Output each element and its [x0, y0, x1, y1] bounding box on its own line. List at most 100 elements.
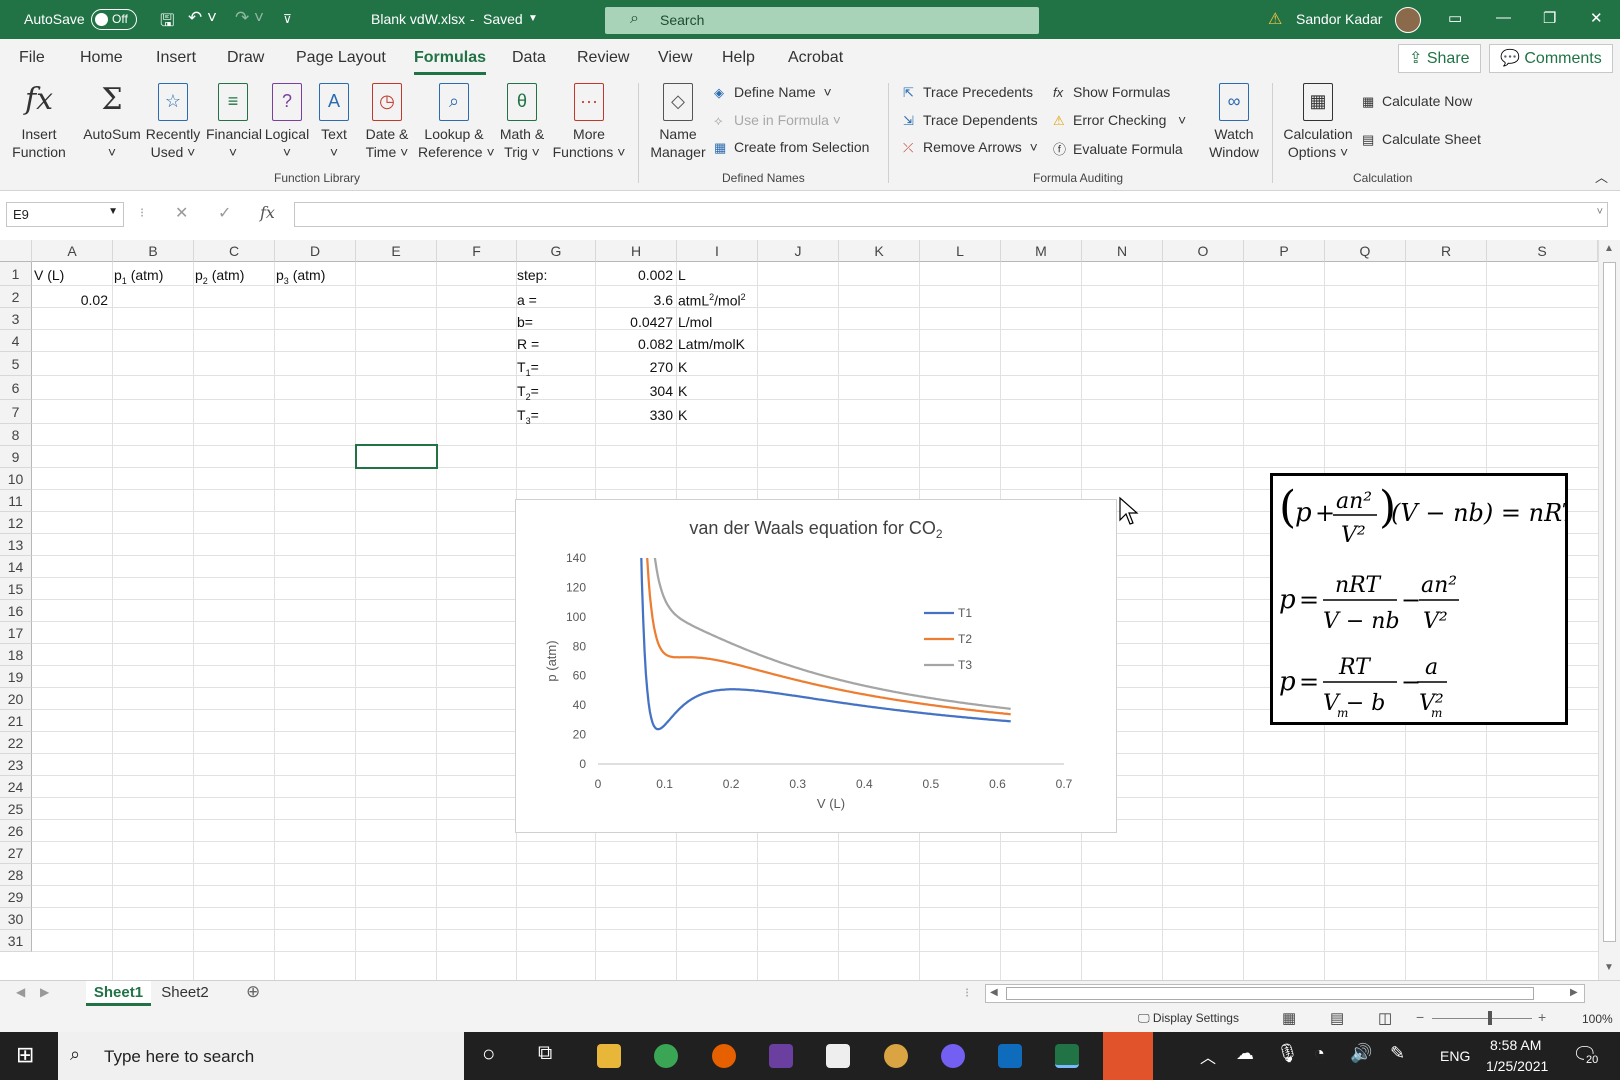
split-handle-icon[interactable]: ⁝: [965, 985, 969, 1001]
watch-window-button[interactable]: ∞ Watch Window: [1204, 83, 1264, 161]
cell-I7[interactable]: K: [678, 407, 687, 423]
tab-help[interactable]: Help: [722, 49, 755, 67]
tab-draw[interactable]: Draw: [227, 49, 264, 67]
cell-H4[interactable]: 0.082: [596, 336, 673, 352]
trace-precedents-button[interactable]: ⇱ Trace Precedents: [903, 84, 1033, 101]
undo-icon[interactable]: ↶ ˅: [188, 8, 217, 28]
clock-time[interactable]: 8:58 AM: [1490, 1037, 1541, 1053]
expand-formula-icon[interactable]: ˅: [1597, 206, 1603, 218]
normal-view-icon[interactable]: ▦: [1282, 1009, 1296, 1027]
cell-H3[interactable]: 0.0427: [596, 314, 673, 330]
scroll-thumb[interactable]: [1603, 262, 1616, 942]
logical-button[interactable]: ? Logical ˅: [264, 83, 310, 161]
customize-qat-icon[interactable]: ⊽: [283, 12, 292, 26]
viber-icon[interactable]: [941, 1044, 965, 1068]
collapse-ribbon-icon[interactable]: ︿: [1595, 167, 1608, 186]
file-explorer-icon[interactable]: [597, 1044, 621, 1068]
chart[interactable]: van der Waals equation for CO2 0 0.1 0.2 0.3…: [515, 499, 1117, 833]
zoom-out-icon[interactable]: −: [1416, 1009, 1424, 1025]
clock-date[interactable]: 1/25/2021: [1486, 1058, 1548, 1074]
cell-H6[interactable]: 304: [596, 383, 673, 399]
page-layout-view-icon[interactable]: ▤: [1330, 1009, 1344, 1027]
horizontal-scrollbar[interactable]: ◀ ▶: [985, 984, 1585, 1003]
equation-image[interactable]: ( p + an² V² ) (V − nb) = nRT p = nRT V …: [1270, 473, 1580, 725]
cell-G1[interactable]: step:: [517, 267, 547, 283]
sheet-tab-sheet1[interactable]: Sheet1: [86, 981, 151, 1006]
warning-icon[interactable]: ⚠: [1268, 9, 1282, 29]
video-editor-icon[interactable]: [826, 1044, 850, 1068]
calculate-sheet-button[interactable]: ▤ Calculate Sheet: [1362, 131, 1481, 148]
cell-I3[interactable]: L/mol: [678, 314, 712, 330]
error-checking-button[interactable]: ⚠ Error Checking ˅: [1053, 112, 1186, 129]
cell-H7[interactable]: 330: [596, 407, 673, 423]
fx-icon[interactable]: fx: [260, 203, 275, 222]
cell-G4[interactable]: R =: [517, 336, 539, 352]
excel-icon[interactable]: [1055, 1044, 1079, 1068]
close-icon[interactable]: ✕: [1590, 9, 1603, 27]
sheet-scroll-right-icon[interactable]: ▶: [40, 985, 49, 999]
calculation-options-button[interactable]: ▦ Calculation Options ˅: [1282, 83, 1354, 161]
minimize-icon[interactable]: —: [1496, 9, 1511, 26]
search-box[interactable]: ⌕ Search: [605, 7, 1039, 34]
notifications-button[interactable]: 🗨 20: [1568, 1042, 1602, 1070]
cell-G6[interactable]: T2=: [517, 383, 539, 402]
cell-G3[interactable]: b=: [517, 314, 533, 330]
autosave-toggle[interactable]: Off: [91, 9, 137, 30]
wifi-icon[interactable]: ◔: [1314, 1043, 1325, 1064]
comments-button[interactable]: 💬 Comments: [1489, 44, 1613, 73]
app-purple-icon[interactable]: [769, 1044, 793, 1068]
cell-G5[interactable]: T1=: [517, 359, 539, 378]
tab-insert[interactable]: Insert: [156, 49, 196, 67]
ribbon-display-icon[interactable]: ▭: [1448, 9, 1462, 27]
volume-icon[interactable]: 🔊: [1350, 1043, 1372, 1064]
page-break-view-icon[interactable]: ◫: [1378, 1009, 1392, 1027]
scroll-thumb[interactable]: [1006, 987, 1534, 1000]
name-manager-button[interactable]: ◇ Name Manager: [647, 83, 709, 161]
user-name[interactable]: Sandor Kadar: [1296, 11, 1382, 27]
math-trig-button[interactable]: θ Math & Trig ˅: [496, 83, 548, 161]
cell-H5[interactable]: 270: [596, 359, 673, 375]
chevron-down-icon[interactable]: ▼: [108, 206, 118, 217]
share-button[interactable]: ⇪ Share: [1398, 44, 1481, 73]
cell-C1[interactable]: p2 (atm): [195, 267, 244, 286]
calculate-now-button[interactable]: ▦ Calculate Now: [1362, 93, 1472, 110]
chevron-down-icon[interactable]: ▼: [528, 13, 538, 24]
cell-H2[interactable]: 3.6: [596, 292, 673, 308]
tab-page-layout[interactable]: Page Layout: [296, 49, 386, 67]
chrome-icon[interactable]: [654, 1044, 678, 1068]
task-view-icon[interactable]: ⧉: [538, 1042, 552, 1065]
cortana-icon[interactable]: ○: [482, 1041, 495, 1067]
define-name-button[interactable]: ◈ Define Name ˅: [714, 84, 832, 101]
scroll-up-icon[interactable]: ▲: [1604, 243, 1614, 254]
cell-A2[interactable]: 0.02: [34, 292, 108, 308]
scroll-down-icon[interactable]: ▼: [1604, 962, 1614, 973]
cell-I5[interactable]: K: [678, 359, 687, 375]
create-from-selection-button[interactable]: ▦ Create from Selection: [714, 139, 869, 156]
cell-I4[interactable]: Latm/molK: [678, 336, 745, 352]
autosum-button[interactable]: Σ AutoSum ˅: [82, 83, 142, 161]
windows-start-icon[interactable]: ⊞: [16, 1042, 34, 1068]
scroll-right-icon[interactable]: ▶: [1570, 987, 1578, 998]
insert-function-button[interactable]: fx Insert Function: [10, 83, 68, 161]
pen-icon[interactable]: ✎: [1390, 1043, 1405, 1064]
cell-I6[interactable]: K: [678, 383, 687, 399]
tab-file[interactable]: File: [19, 49, 45, 67]
sheet-tab-sheet2[interactable]: Sheet2: [155, 981, 215, 1006]
scroll-left-icon[interactable]: ◀: [990, 987, 998, 998]
microphone-icon[interactable]: 🎙: [1276, 1043, 1299, 1064]
outlook-icon[interactable]: [998, 1044, 1022, 1068]
lookup-reference-button[interactable]: ⌕ Lookup & Reference ˅: [418, 83, 495, 161]
display-settings-button[interactable]: 🖵 Display Settings: [1138, 1011, 1239, 1026]
cell-A1[interactable]: V (L): [34, 267, 64, 283]
show-formulas-button[interactable]: fx Show Formulas: [1053, 84, 1170, 100]
paint-icon[interactable]: [884, 1044, 908, 1068]
cell-D1[interactable]: p3 (atm): [276, 267, 325, 286]
tab-review[interactable]: Review: [577, 49, 629, 67]
zoom-level[interactable]: 100%: [1582, 1012, 1613, 1026]
tab-acrobat[interactable]: Acrobat: [788, 49, 843, 67]
cell-G2[interactable]: a =: [517, 292, 537, 308]
camtasia-icon[interactable]: [1103, 1032, 1153, 1080]
language-indicator[interactable]: ENG: [1440, 1048, 1470, 1064]
zoom-slider[interactable]: [1432, 1018, 1532, 1019]
saved-status[interactable]: Saved: [483, 11, 523, 27]
